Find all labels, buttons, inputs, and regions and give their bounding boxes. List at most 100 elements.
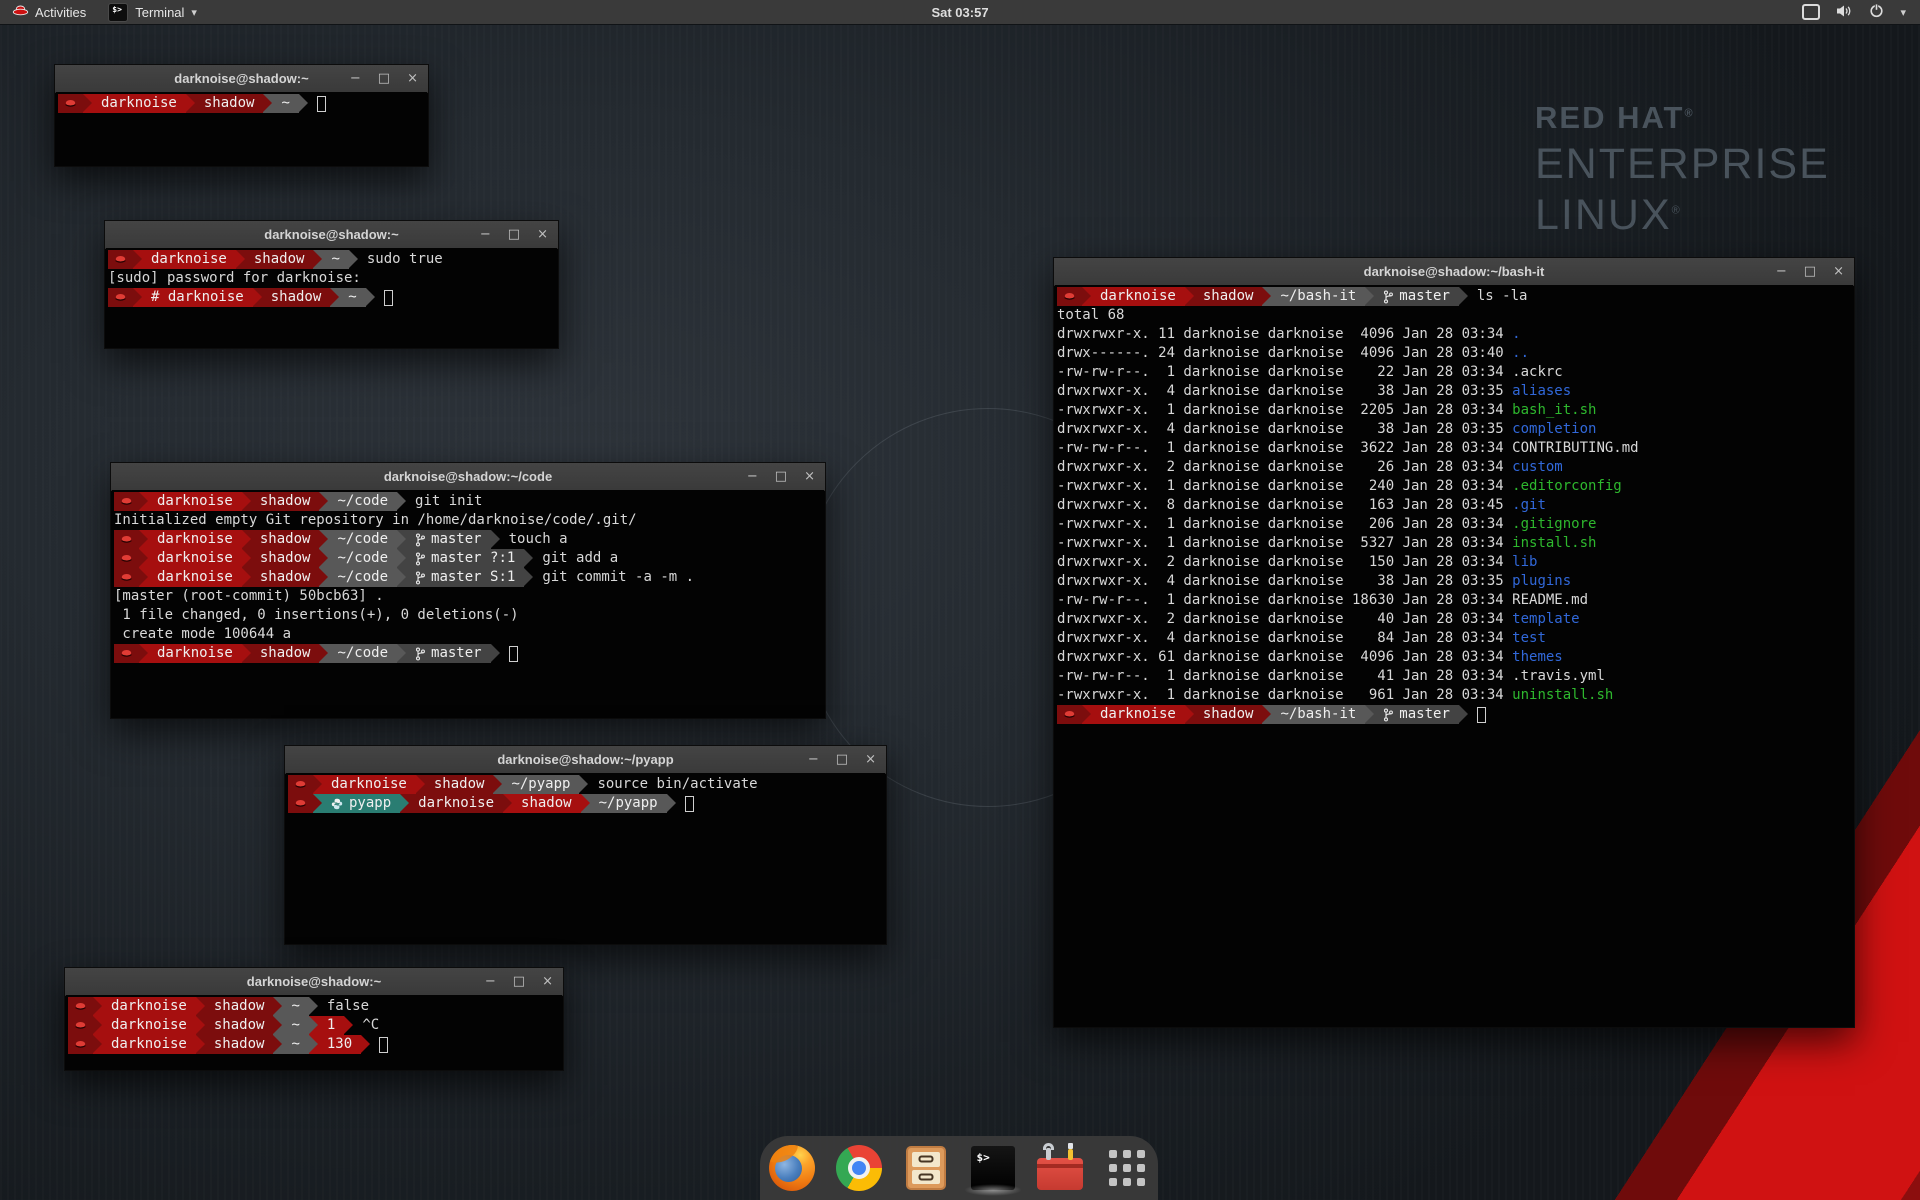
prompt-segment: [68, 1035, 93, 1054]
segment-separator: [313, 775, 322, 794]
ls-row: -rwxrwxr-x. 1 darknoise darknoise 961 Ja…: [1057, 686, 1853, 705]
top-bar-left: Activities $> Terminal ▾: [0, 0, 207, 24]
terminal-content[interactable]: darknoiseshadow~: [56, 92, 427, 165]
maximize-button[interactable]: □: [1804, 258, 1816, 285]
prompt-segment: shadow: [251, 549, 320, 568]
terminal-content[interactable]: darknoiseshadow~/pyappsource bin/activat…: [286, 773, 885, 943]
close-button[interactable]: ×: [542, 968, 553, 995]
file-name: .: [1512, 326, 1520, 342]
maximize-button[interactable]: □: [508, 221, 520, 248]
prompt-segment: master: [406, 644, 491, 663]
prompt-segment: darknoise: [1091, 705, 1185, 724]
dock-item-terminal[interactable]: $>: [970, 1143, 1016, 1193]
minimize-button[interactable]: −: [747, 463, 758, 490]
prompt-segment: [114, 492, 139, 511]
prompt-segment: master: [406, 530, 491, 549]
system-status-area[interactable]: ▾: [1802, 0, 1920, 24]
ls-row: drwxrwxr-x. 8 darknoise darknoise 163 Ja…: [1057, 496, 1853, 515]
maximize-button[interactable]: □: [378, 65, 390, 92]
dock: $>: [760, 1136, 1158, 1200]
title-bar[interactable]: darknoise@shadow:~/pyapp − □ ×: [285, 746, 886, 774]
minimize-button[interactable]: −: [808, 746, 819, 773]
prompt-segment: [114, 644, 139, 663]
ls-row: drwxrwxr-x. 4 darknoise darknoise 84 Jan…: [1057, 629, 1853, 648]
dock-item-toolbox[interactable]: [1037, 1143, 1083, 1193]
terminal-content[interactable]: darknoiseshadow~falsedarknoiseshadow~1^C…: [66, 995, 562, 1069]
close-button[interactable]: ×: [407, 65, 418, 92]
rhel-logo-line1: RED HAT®: [1535, 100, 1830, 136]
title-bar[interactable]: darknoise@shadow:~ − □ ×: [65, 968, 563, 996]
file-name: template: [1512, 611, 1579, 627]
minimize-button[interactable]: −: [480, 221, 491, 248]
segment-separator: [313, 794, 322, 813]
redhat-icon: [1063, 292, 1076, 302]
segment-separator: [344, 1016, 353, 1035]
title-bar[interactable]: darknoise@shadow:~ − □ ×: [105, 221, 558, 249]
segment-separator: [93, 997, 102, 1016]
close-button[interactable]: ×: [865, 746, 876, 773]
segment-separator: [493, 775, 502, 794]
segment-separator: [273, 997, 282, 1016]
prompt-segment: darknoise: [148, 492, 242, 511]
redhat-icon: [120, 554, 133, 564]
file-name: .ackrc: [1512, 364, 1563, 380]
segment-separator: [83, 94, 92, 113]
dock-item-firefox[interactable]: [769, 1143, 815, 1193]
window-controls: − □ ×: [480, 221, 548, 248]
activities-button[interactable]: Activities: [0, 0, 98, 24]
segment-separator: [1262, 287, 1271, 306]
file-name: .git: [1512, 497, 1546, 513]
title-bar[interactable]: darknoise@shadow:~/code − □ ×: [111, 463, 825, 491]
close-button[interactable]: ×: [537, 221, 548, 248]
dock-item-files[interactable]: [903, 1143, 949, 1193]
terminal-cursor: [1477, 707, 1486, 723]
dock-item-app-grid[interactable]: [1104, 1143, 1150, 1193]
ls-row: drwxrwxr-x. 4 darknoise darknoise 38 Jan…: [1057, 420, 1853, 439]
branch-icon: [1383, 290, 1393, 304]
minimize-button[interactable]: −: [1776, 258, 1787, 285]
title-bar[interactable]: darknoise@shadow:~/bash-it − □ ×: [1054, 258, 1854, 286]
terminal-prompt-line: darknoiseshadow~/codemaster: [114, 644, 824, 663]
segment-separator: [273, 1016, 282, 1035]
clock[interactable]: Sat 03:57: [0, 5, 1920, 20]
prompt-segment: master S:1: [406, 568, 524, 587]
redhat-icon: [64, 99, 77, 109]
redhat-icon: [114, 293, 127, 303]
terminal-prompt-line: darknoiseshadow~sudo true: [108, 250, 557, 269]
file-name: themes: [1512, 649, 1563, 665]
terminal-prompt-line: # darknoiseshadow~: [108, 288, 557, 307]
command-text: ls -la: [1477, 287, 1528, 306]
chrome-icon: [836, 1145, 882, 1191]
close-button[interactable]: ×: [804, 463, 815, 490]
terminal-prompt-line: pyappdarknoiseshadow~/pyapp: [288, 794, 885, 813]
terminal-prompt-line: darknoiseshadow~/bash-itmaster: [1057, 705, 1853, 724]
minimize-button[interactable]: −: [350, 65, 361, 92]
prompt-segment: [114, 549, 139, 568]
file-name: bash_it.sh: [1512, 402, 1596, 418]
maximize-button[interactable]: □: [836, 746, 848, 773]
segment-separator: [400, 794, 409, 813]
prompt-segment: [288, 775, 313, 794]
prompt-segment: ~: [322, 250, 348, 269]
app-menu-terminal[interactable]: $> Terminal ▾: [98, 0, 207, 24]
close-button[interactable]: ×: [1833, 258, 1844, 285]
prompt-segment: [68, 1016, 93, 1035]
dock-item-chrome[interactable]: [836, 1143, 882, 1193]
minimize-button[interactable]: −: [485, 968, 496, 995]
terminal-content[interactable]: darknoiseshadow~/codegit initInitialized…: [112, 490, 824, 717]
segment-separator: [667, 794, 676, 813]
maximize-button[interactable]: □: [775, 463, 787, 490]
prompt-segment: master: [1374, 287, 1459, 306]
terminal-content[interactable]: darknoiseshadow~/bash-itmasterls -latota…: [1055, 285, 1853, 1026]
maximize-button[interactable]: □: [513, 968, 525, 995]
ls-row-meta: drwxrwxr-x. 11 darknoise darknoise 4096 …: [1057, 326, 1512, 342]
ls-row-meta: drwxrwxr-x. 4 darknoise darknoise 38 Jan…: [1057, 573, 1512, 589]
branch-icon: [1383, 708, 1393, 722]
title-bar[interactable]: darknoise@shadow:~ − □ ×: [55, 65, 428, 93]
segment-separator: [133, 288, 142, 307]
segment-separator: [1262, 705, 1271, 724]
ls-row: drwxrwxr-x. 2 darknoise darknoise 150 Ja…: [1057, 553, 1853, 572]
terminal-content[interactable]: darknoiseshadow~sudo true[sudo] password…: [106, 248, 557, 347]
prompt-segment: [58, 94, 83, 113]
prompt-segment: ~/code: [328, 568, 397, 587]
